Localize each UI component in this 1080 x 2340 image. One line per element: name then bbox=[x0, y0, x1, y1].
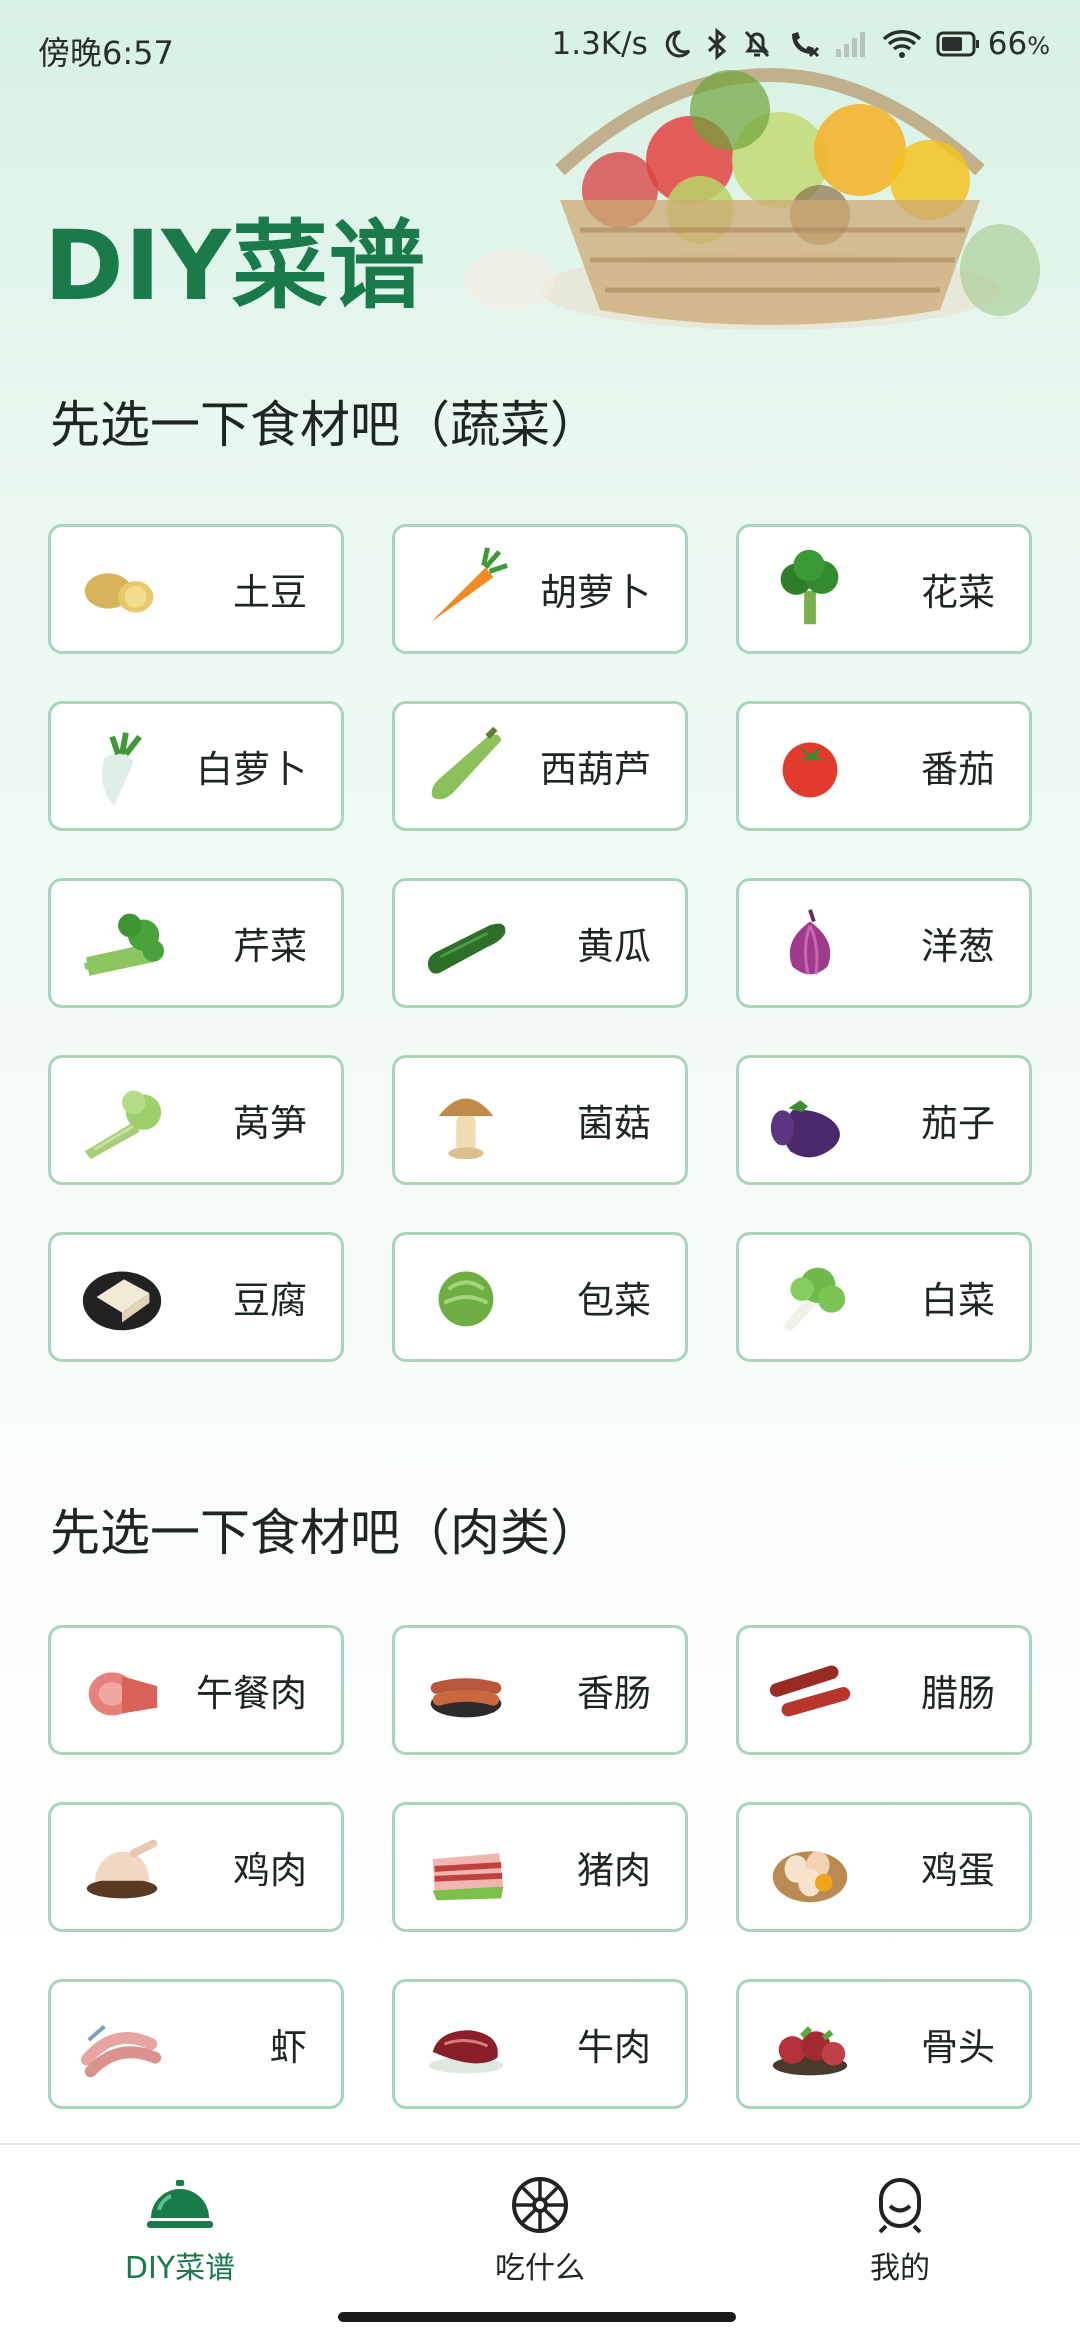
wheel-icon bbox=[440, 2175, 640, 2235]
meat-grid: 午餐肉 香肠 腊肠鸡肉 猪肉 鸡蛋虾 牛肉 骨头 bbox=[48, 1625, 1033, 2109]
ingredient-card[interactable]: 虾 bbox=[48, 1979, 344, 2109]
ingredient-label: 洋葱 bbox=[921, 925, 995, 968]
vegetable-grid: 土豆 胡萝卜 花菜白萝卜 西葫芦 番茄芹菜 黄瓜 洋葱莴笋 菌菇 茄子豆腐 包菜 白菜 bbox=[48, 524, 1033, 1362]
chicken-icon bbox=[75, 1820, 169, 1914]
section-title-vegetables: 先选一下食材吧（蔬菜） bbox=[50, 396, 600, 454]
profile-icon bbox=[800, 2175, 1000, 2235]
ingredient-label: 胡萝卜 bbox=[540, 571, 651, 614]
ingredient-card[interactable]: 莴笋 bbox=[48, 1055, 344, 1185]
ingredient-card[interactable]: 芹菜 bbox=[48, 878, 344, 1008]
cloche-icon bbox=[80, 2175, 280, 2235]
ingredient-card[interactable]: 豆腐 bbox=[48, 1232, 344, 1362]
shrimp-icon bbox=[75, 1997, 169, 2091]
ingredient-card[interactable]: 番茄 bbox=[736, 701, 1032, 831]
potato-icon bbox=[75, 542, 169, 636]
lettuce-stem-icon bbox=[75, 1073, 169, 1167]
zucchini-icon bbox=[419, 719, 513, 813]
ingredient-card[interactable]: 腊肠 bbox=[736, 1625, 1032, 1755]
bok-choy-icon bbox=[763, 1250, 857, 1344]
ingredient-card[interactable]: 白萝卜 bbox=[48, 701, 344, 831]
home-indicator-bar[interactable] bbox=[338, 2312, 736, 2322]
ingredient-card[interactable]: 鸡蛋 bbox=[736, 1802, 1032, 1932]
ingredient-card[interactable]: 茄子 bbox=[736, 1055, 1032, 1185]
nav-label: DIY菜谱 bbox=[124, 2251, 236, 2286]
ingredient-card[interactable]: 菌菇 bbox=[392, 1055, 688, 1185]
ingredient-card[interactable]: 黄瓜 bbox=[392, 878, 688, 1008]
nav-label: 吃什么 bbox=[495, 2251, 585, 2286]
ingredient-label: 骨头 bbox=[921, 2026, 995, 2069]
egg-icon bbox=[763, 1820, 857, 1914]
luncheon-meat-icon bbox=[75, 1643, 169, 1737]
section-title-meat: 先选一下食材吧（肉类） bbox=[50, 1504, 600, 1562]
bone-icon bbox=[763, 1997, 857, 2091]
ingredient-label: 午餐肉 bbox=[196, 1672, 307, 1715]
cabbage-icon bbox=[419, 1250, 513, 1344]
tofu-icon bbox=[75, 1250, 169, 1344]
ingredient-label: 花菜 bbox=[921, 571, 995, 614]
ingredient-label: 芹菜 bbox=[233, 925, 307, 968]
nav-label: 我的 bbox=[870, 2251, 930, 2286]
ingredient-label: 腊肠 bbox=[921, 1672, 995, 1715]
ingredient-label: 香肠 bbox=[577, 1672, 651, 1715]
carrot-icon bbox=[419, 542, 513, 636]
chinese-sausage-icon bbox=[763, 1643, 857, 1737]
ingredient-label: 猪肉 bbox=[577, 1849, 651, 1892]
app-title: DIY菜谱 bbox=[44, 210, 426, 322]
ingredient-card[interactable]: 胡萝卜 bbox=[392, 524, 688, 654]
celery-icon bbox=[75, 896, 169, 990]
white-radish-icon bbox=[75, 719, 169, 813]
ingredient-label: 西葫芦 bbox=[540, 748, 651, 791]
ingredient-label: 豆腐 bbox=[233, 1279, 307, 1322]
ingredient-card[interactable]: 午餐肉 bbox=[48, 1625, 344, 1755]
eggplant-icon bbox=[763, 1073, 857, 1167]
ingredient-label: 鸡蛋 bbox=[921, 1849, 995, 1892]
ingredient-card[interactable]: 香肠 bbox=[392, 1625, 688, 1755]
status-time: 傍晚6:57 bbox=[38, 34, 174, 72]
ingredient-label: 包菜 bbox=[577, 1279, 651, 1322]
beef-icon bbox=[419, 1997, 513, 2091]
pork-icon bbox=[419, 1820, 513, 1914]
tomato-icon bbox=[763, 719, 857, 813]
home-indicator-area bbox=[0, 2295, 1080, 2340]
nav-what-to-eat[interactable]: 吃什么 bbox=[440, 2175, 640, 2287]
mushroom-icon bbox=[419, 1073, 513, 1167]
ingredient-label: 鸡肉 bbox=[233, 1849, 307, 1892]
ingredient-label: 茄子 bbox=[921, 1102, 995, 1145]
cucumber-icon bbox=[419, 896, 513, 990]
ingredient-card[interactable]: 土豆 bbox=[48, 524, 344, 654]
onion-icon bbox=[763, 896, 857, 990]
ingredient-label: 番茄 bbox=[921, 748, 995, 791]
sausage-icon bbox=[419, 1643, 513, 1737]
ingredient-card[interactable]: 白菜 bbox=[736, 1232, 1032, 1362]
nav-diy-recipes[interactable]: DIY菜谱 bbox=[80, 2175, 280, 2287]
ingredient-card[interactable]: 牛肉 bbox=[392, 1979, 688, 2109]
ingredient-card[interactable]: 包菜 bbox=[392, 1232, 688, 1362]
ingredient-label: 莴笋 bbox=[233, 1102, 307, 1145]
ingredient-card[interactable]: 花菜 bbox=[736, 524, 1032, 654]
ingredient-label: 牛肉 bbox=[577, 2026, 651, 2069]
broccoli-icon bbox=[763, 542, 857, 636]
ingredient-label: 土豆 bbox=[233, 571, 307, 614]
ingredient-card[interactable]: 鸡肉 bbox=[48, 1802, 344, 1932]
ingredient-card[interactable]: 猪肉 bbox=[392, 1802, 688, 1932]
bottom-navigation: DIY菜谱 吃什么 我的 bbox=[0, 2143, 1080, 2297]
ingredient-label: 白萝卜 bbox=[196, 748, 307, 791]
ingredient-label: 黄瓜 bbox=[577, 925, 651, 968]
ingredient-card[interactable]: 洋葱 bbox=[736, 878, 1032, 1008]
ingredient-label: 菌菇 bbox=[577, 1102, 651, 1145]
ingredient-label: 虾 bbox=[270, 2026, 307, 2069]
nav-profile[interactable]: 我的 bbox=[800, 2175, 1000, 2287]
ingredient-label: 白菜 bbox=[921, 1279, 995, 1322]
ingredient-card[interactable]: 西葫芦 bbox=[392, 701, 688, 831]
ingredient-card[interactable]: 骨头 bbox=[736, 1979, 1032, 2109]
